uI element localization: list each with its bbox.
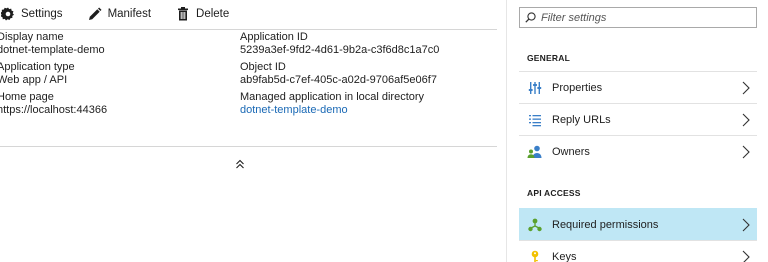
essentials-divider [0, 146, 497, 147]
application-overview: Settings Manifest Delete Display name do… [0, 0, 497, 262]
field-label: Application ID [240, 32, 308, 43]
field-value: Web app / API [0, 74, 68, 86]
managed-application-field: Managed application in local directory d… [240, 92, 490, 122]
api-access-section-header: API ACCESS [527, 188, 581, 198]
chevron-right-icon [741, 112, 753, 128]
settings-button[interactable]: Settings [0, 7, 63, 22]
field-value: 5239a3ef-9fd2-4d61-9b2a-c3f6d8c1a7c0 [240, 44, 440, 56]
reply-urls-icon [527, 112, 543, 128]
field-value: ab9fab5d-c7ef-405c-a02d-9706af5e06f7 [240, 74, 437, 86]
pencil-icon [87, 7, 102, 22]
gear-icon [0, 7, 15, 22]
essentials-left-column: Display name dotnet-template-demo Applic… [0, 32, 227, 122]
essentials-right-column: Application ID 5239a3ef-9fd2-4d61-9b2a-c… [240, 32, 490, 122]
settings-item-label: Properties [552, 81, 603, 94]
managed-application-link[interactable]: dotnet-template-demo [240, 104, 490, 117]
settings-label: Settings [21, 8, 63, 20]
delete-label: Delete [196, 8, 230, 20]
settings-item-label: Keys [552, 250, 577, 262]
manifest-label: Manifest [107, 8, 152, 20]
delete-button[interactable]: Delete [175, 7, 229, 22]
key-icon [527, 249, 543, 262]
general-section-header: GENERAL [527, 53, 570, 63]
toolbar-divider [0, 29, 497, 30]
home-page-field: Home page https://localhost:44366 [0, 92, 227, 122]
chevron-right-icon [741, 144, 753, 160]
chevron-right-icon [741, 80, 753, 96]
field-value: https://localhost:44366 [0, 104, 108, 116]
field-value: dotnet-template-demo [0, 44, 105, 56]
search-icon [525, 12, 536, 23]
field-label: Display name [0, 32, 64, 43]
trash-icon [175, 7, 190, 22]
settings-panel: GENERAL Properties [506, 0, 768, 262]
permissions-icon [527, 217, 543, 233]
settings-item-keys[interactable]: Keys [519, 240, 757, 262]
filter-settings-input[interactable] [541, 11, 751, 24]
field-label: Object ID [240, 62, 286, 73]
manifest-button[interactable]: Manifest [87, 7, 151, 22]
settings-item-required-permissions[interactable]: Required permissions [519, 208, 757, 240]
chevron-right-icon [741, 217, 753, 233]
collapse-essentials-icon[interactable] [235, 158, 247, 170]
settings-item-label: Owners [552, 145, 590, 158]
owners-icon [527, 144, 543, 160]
field-label: Home page [0, 92, 54, 103]
settings-item-label: Reply URLs [552, 113, 611, 126]
field-label: Application type [0, 62, 75, 73]
display-name-field: Display name dotnet-template-demo [0, 32, 227, 62]
application-type-field: Application type Web app / API [0, 62, 227, 92]
essentials-panel: Display name dotnet-template-demo Applic… [0, 32, 497, 169]
settings-item-reply-urls[interactable]: Reply URLs [519, 103, 757, 135]
field-label: Managed application in local directory [240, 92, 425, 103]
chevron-right-icon [741, 249, 753, 262]
settings-item-owners[interactable]: Owners [519, 135, 757, 167]
settings-item-label: Required permissions [552, 218, 659, 231]
properties-icon [527, 80, 543, 96]
command-bar: Settings Manifest Delete [0, 0, 497, 28]
filter-settings-box[interactable] [519, 7, 757, 28]
application-id-field: Application ID 5239a3ef-9fd2-4d61-9b2a-c… [240, 32, 490, 62]
settings-item-properties[interactable]: Properties [519, 71, 757, 103]
object-id-field: Object ID ab9fab5d-c7ef-405c-a02d-9706af… [240, 62, 490, 92]
